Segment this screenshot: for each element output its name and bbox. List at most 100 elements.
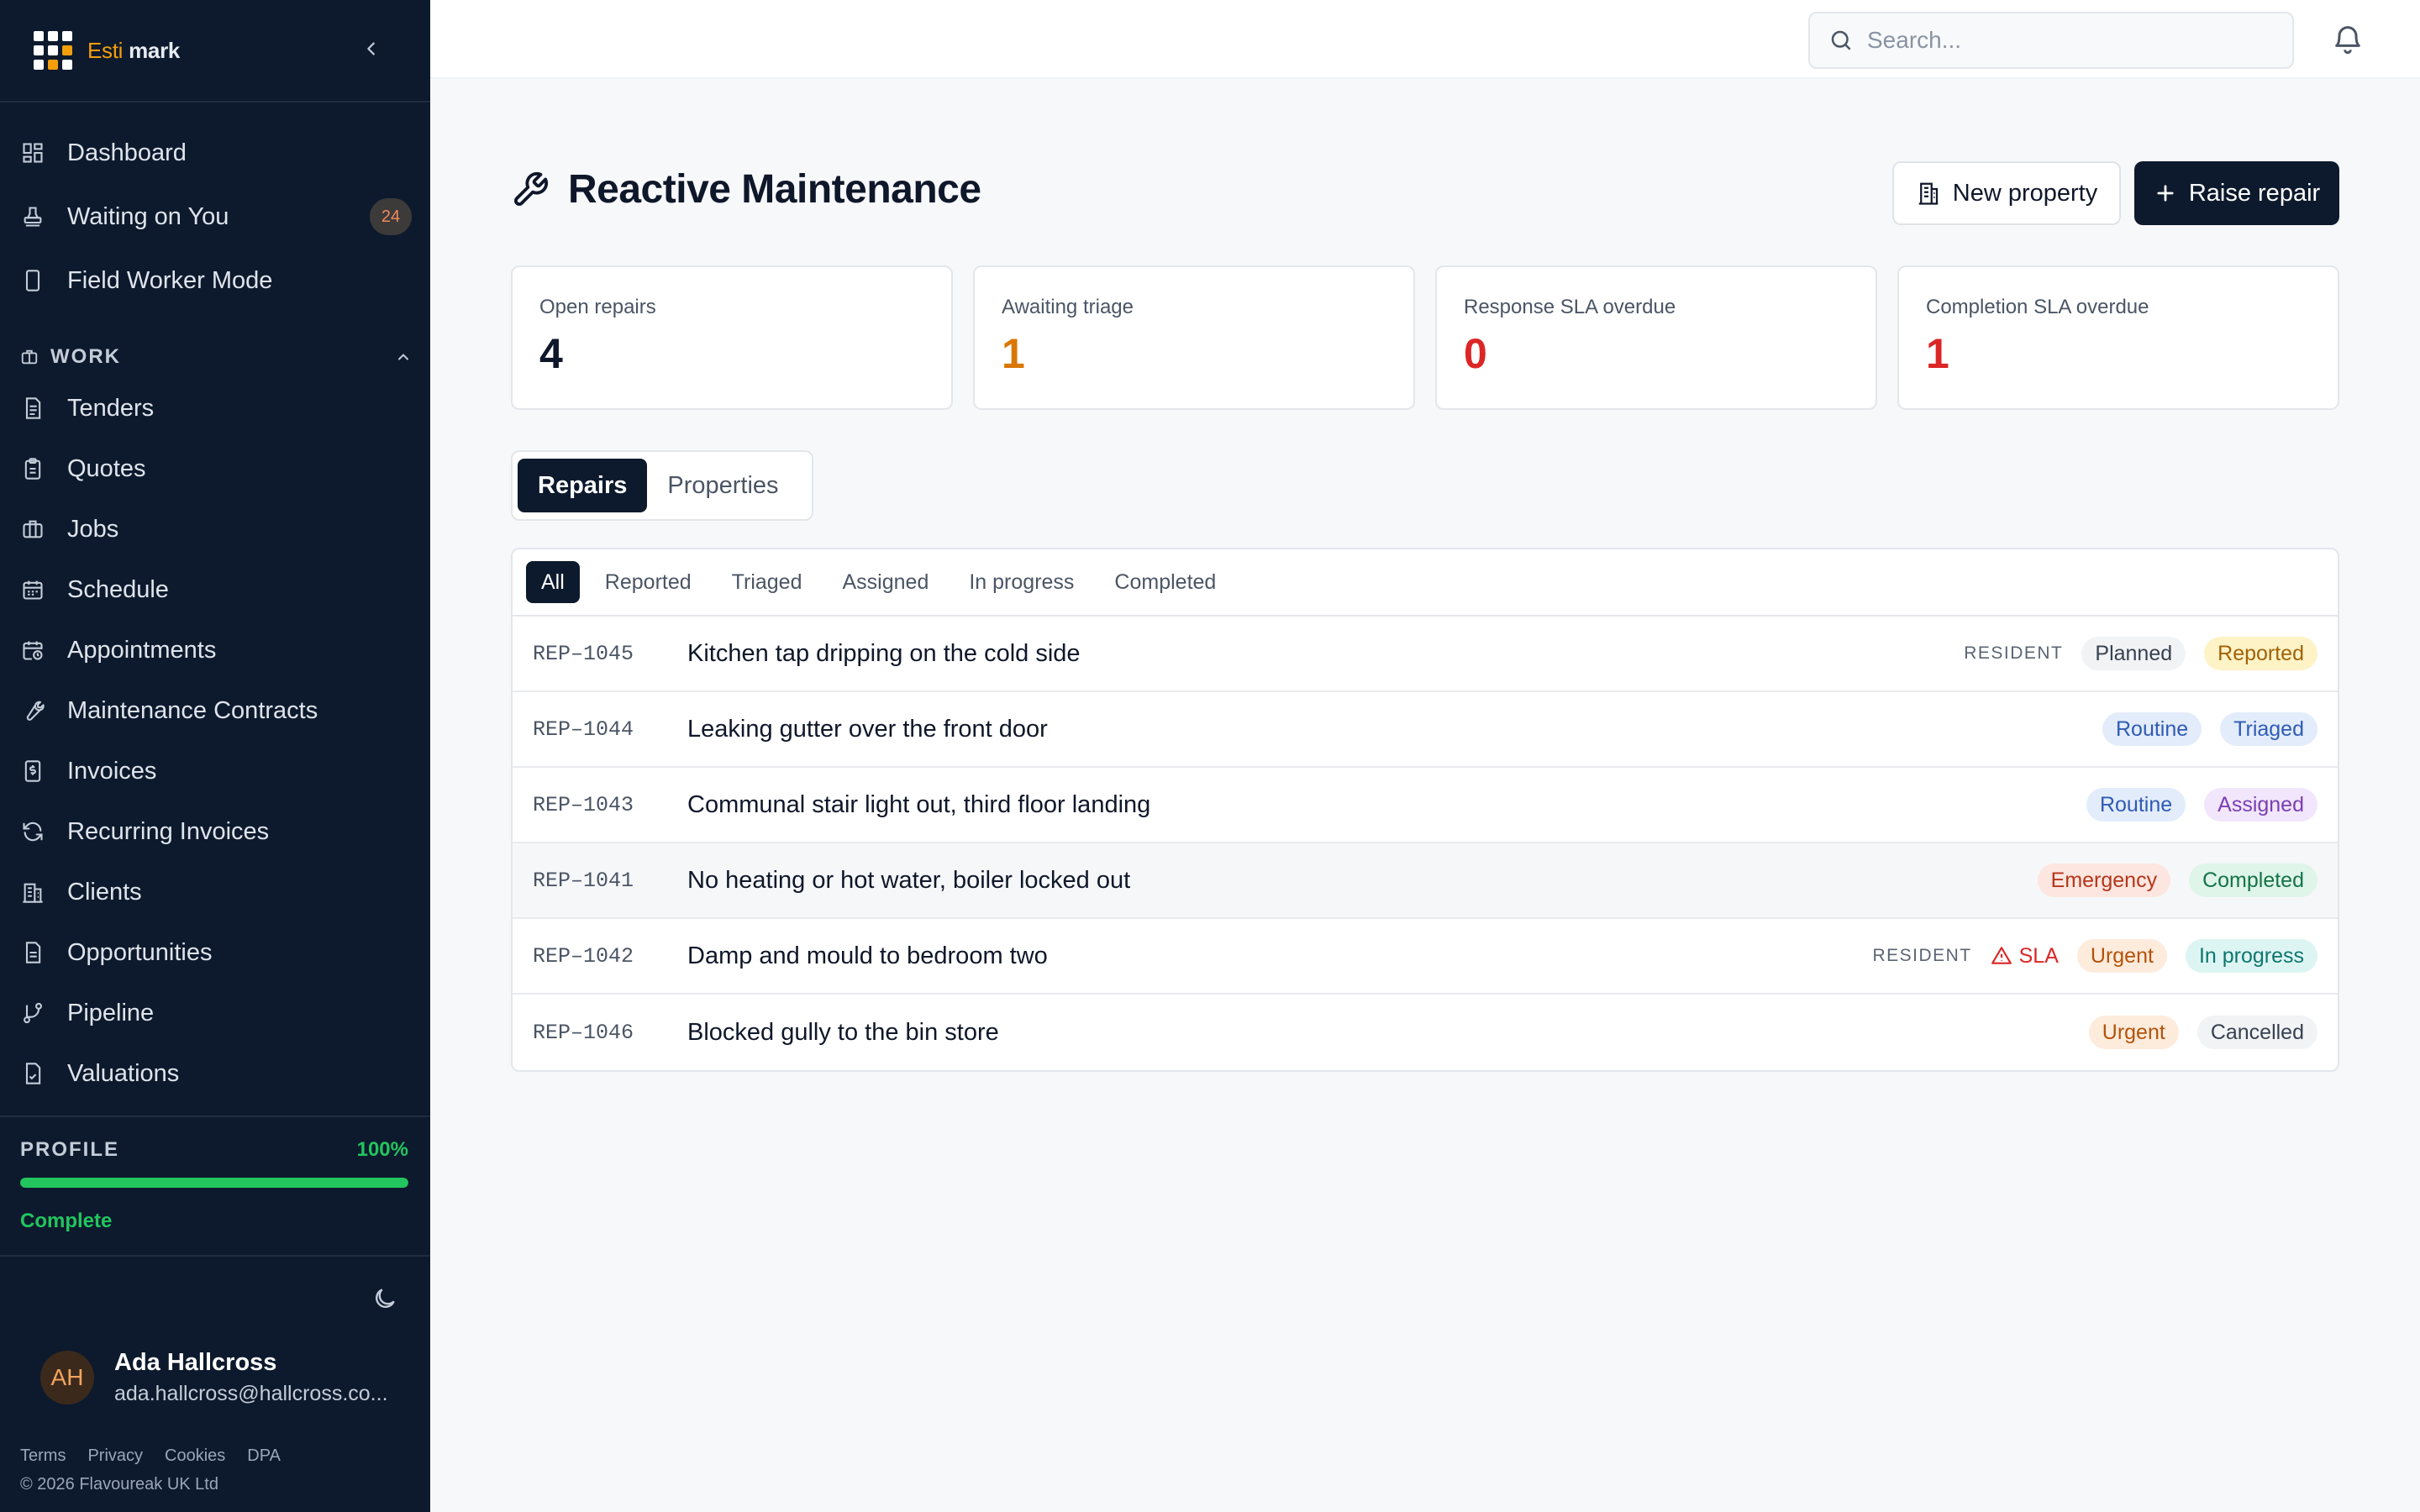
cookies-link[interactable]: Cookies	[165, 1446, 225, 1466]
section-header-work[interactable]: WORK	[20, 343, 412, 371]
divider	[0, 1116, 430, 1117]
status-pill: Completed	[2189, 864, 2317, 897]
sidebar-item-label: Tenders	[67, 394, 155, 422]
profile-completion: PROFILE 100% Complete	[20, 1136, 408, 1233]
repair-id: REP–1043	[533, 792, 634, 817]
repair-id: REP–1044	[533, 717, 634, 742]
sidebar-item-quotes[interactable]: Quotes	[20, 445, 412, 492]
repair-row[interactable]: REP–1043 Communal stair light out, third …	[513, 768, 2338, 843]
new-property-button[interactable]: New property	[1892, 161, 2121, 225]
sla-label: SLA	[2018, 943, 2059, 968]
bell-icon	[2335, 26, 2360, 55]
building-icon	[1918, 182, 1939, 205]
priority-pill: Routine	[2086, 788, 2186, 822]
count-badge: 24	[370, 198, 412, 235]
repair-row[interactable]: REP–1044 Leaking gutter over the front do…	[513, 692, 2338, 768]
filter-triaged[interactable]: Triaged	[717, 561, 818, 603]
terms-link[interactable]: Terms	[20, 1446, 66, 1466]
wrench-icon	[514, 171, 549, 206]
file-check-icon	[20, 1061, 45, 1086]
sidebar-item-clients[interactable]: Clients	[20, 869, 412, 916]
repair-title: Leaking gutter over the front door	[687, 715, 1048, 743]
button-label: Raise repair	[2188, 179, 2321, 207]
user-menu[interactable]: AH Ada Hallcross ada.hallcross@hallcross…	[40, 1349, 400, 1406]
profile-status: Complete	[20, 1210, 113, 1232]
search-input[interactable]	[1867, 27, 2270, 54]
filter-in-progress[interactable]: In progress	[954, 561, 1089, 603]
view-tabs: Repairs Properties	[511, 450, 813, 521]
chevron-up-icon	[398, 354, 408, 360]
brand-logo[interactable]: Esti mark	[34, 30, 180, 71]
calendar-icon	[20, 577, 45, 602]
divider	[0, 1255, 430, 1257]
collapse-sidebar-button[interactable]	[356, 34, 387, 64]
mobile-phone-icon	[20, 268, 45, 293]
sidebar-item-label: Field Worker Mode	[67, 266, 273, 294]
wrench-icon	[20, 698, 45, 723]
status-pill: Reported	[2204, 637, 2317, 670]
sidebar-item-label: Recurring Invoices	[67, 817, 270, 845]
repair-title: Kitchen tap dripping on the cold side	[687, 639, 1081, 667]
sidebar-item-schedule[interactable]: Schedule	[20, 566, 412, 613]
sidebar-item-label: Jobs	[67, 515, 119, 543]
notifications-button[interactable]	[2331, 22, 2366, 57]
sidebar-item-label: Waiting on You	[67, 202, 229, 230]
privacy-link[interactable]: Privacy	[87, 1446, 143, 1466]
source-label: RESIDENT	[1964, 643, 2064, 663]
dpa-link[interactable]: DPA	[247, 1446, 281, 1466]
repair-row[interactable]: REP–1041 No heating or hot water, boiler …	[513, 843, 2338, 919]
sidebar-item-label: Invoices	[67, 757, 157, 785]
stat-value: 1	[1926, 330, 1949, 377]
filter-assigned[interactable]: Assigned	[828, 561, 944, 603]
filter-completed[interactable]: Completed	[1099, 561, 1231, 603]
priority-pill: Urgent	[2088, 1016, 2179, 1049]
sidebar-item-jobs[interactable]: Jobs	[20, 506, 412, 553]
status-pill: In progress	[2185, 939, 2317, 973]
priority-pill: Emergency	[2037, 864, 2171, 897]
sidebar: Esti mark Dashboard Waiting on You 24 Fi…	[0, 0, 430, 1512]
search-box[interactable]	[1808, 12, 2294, 69]
repair-tags: RESIDENT Planned Reported	[1945, 637, 2317, 670]
stat-value: 0	[1464, 330, 1487, 377]
tab-repairs[interactable]: Repairs	[518, 459, 648, 512]
grid-logo-icon	[34, 31, 72, 70]
sidebar-item-field-worker-mode[interactable]: Field Worker Mode	[20, 257, 412, 304]
calendar-clock-icon	[20, 638, 45, 663]
filter-all[interactable]: All	[526, 561, 580, 603]
tab-properties[interactable]: Properties	[647, 459, 798, 512]
sidebar-item-valuations[interactable]: Valuations	[20, 1050, 412, 1097]
stat-label: Awaiting triage	[1002, 296, 1134, 318]
sidebar-item-waiting-on-you[interactable]: Waiting on You 24	[20, 193, 412, 240]
sidebar-item-recurring-invoices[interactable]: Recurring Invoices	[20, 808, 412, 855]
repair-row[interactable]: REP–1045 Kitchen tap dripping on the cold…	[513, 617, 2338, 692]
raise-repair-button[interactable]: Raise repair	[2134, 161, 2339, 225]
progress-fill	[20, 1178, 408, 1188]
sidebar-item-maintenance-contracts[interactable]: Maintenance Contracts	[20, 687, 412, 734]
priority-pill: Routine	[2102, 712, 2202, 746]
user-name: Ada Hallcross	[114, 1349, 277, 1376]
invoice-icon	[20, 759, 45, 784]
avatar: AH	[40, 1351, 94, 1404]
repair-id: REP–1041	[533, 868, 634, 893]
theme-toggle-button[interactable]	[371, 1285, 398, 1312]
repair-row[interactable]: REP–1042 Damp and mould to bedroom two RES…	[513, 919, 2338, 995]
document-icon	[20, 396, 45, 421]
filter-reported[interactable]: Reported	[590, 561, 707, 603]
repair-row[interactable]: REP–1046 Blocked gully to the bin store Ur…	[513, 995, 2338, 1070]
sidebar-item-invoices[interactable]: Invoices	[20, 748, 412, 795]
repair-id: REP–1046	[533, 1020, 634, 1045]
chevron-left-icon	[367, 42, 375, 55]
sidebar-item-appointments[interactable]: Appointments	[20, 627, 412, 674]
stat-value: 1	[1002, 330, 1025, 377]
page-title: Reactive Maintenance	[568, 167, 981, 212]
status-pill: Triaged	[2220, 712, 2317, 746]
clipboard-icon	[20, 456, 45, 481]
profile-title: PROFILE	[20, 1138, 120, 1161]
sidebar-item-pipeline[interactable]: Pipeline	[20, 990, 412, 1037]
building-icon	[20, 879, 45, 905]
sidebar-item-tenders[interactable]: Tenders	[20, 385, 412, 432]
sidebar-item-dashboard[interactable]: Dashboard	[20, 129, 412, 176]
stat-label: Open repairs	[539, 296, 656, 318]
repair-tags: Routine Triaged	[2084, 712, 2317, 746]
sidebar-item-opportunities[interactable]: Opportunities	[20, 929, 412, 976]
